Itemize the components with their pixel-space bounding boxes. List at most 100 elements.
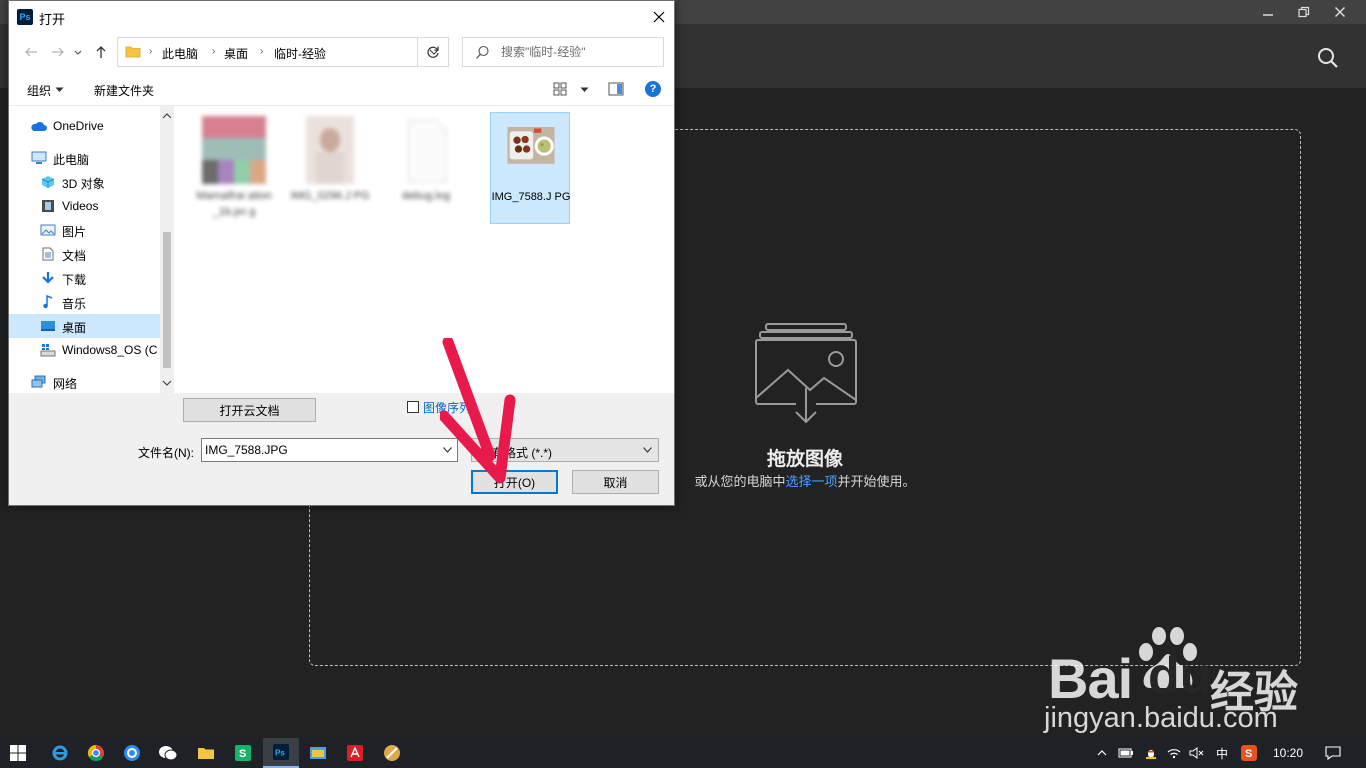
nav-item-network[interactable]: 网络	[9, 370, 160, 394]
recent-locations-button[interactable]	[73, 44, 83, 60]
sogou-icon: S	[1241, 745, 1257, 761]
nav-item-videos[interactable]: Videos	[9, 194, 160, 218]
wechat-icon	[159, 746, 178, 761]
nav-item-desktop[interactable]: 桌面	[9, 314, 160, 338]
tray-volume[interactable]	[1186, 738, 1208, 768]
file-item[interactable]: Mamaifrai ation_1b.pn g	[194, 112, 274, 224]
chevron-up-icon	[162, 113, 172, 119]
music-icon	[43, 295, 53, 309]
desktop-icon	[41, 321, 55, 331]
select-file-link[interactable]: 选择一项	[785, 474, 837, 489]
taskbar-ie[interactable]	[42, 738, 78, 768]
caret-down-icon	[55, 87, 64, 92]
caret-down-icon[interactable]	[580, 87, 589, 93]
minimize-icon	[1263, 14, 1273, 16]
forward-button[interactable]	[50, 44, 66, 60]
taskbar-qq-browser[interactable]	[114, 738, 150, 768]
tray-clock[interactable]: 10:20	[1268, 738, 1308, 768]
document-icon	[42, 247, 54, 261]
nav-item-label: 3D 对象	[62, 177, 105, 191]
chevron-right-icon: ›	[260, 46, 264, 57]
nav-item-windows-drive[interactable]: Windows8_OS (C	[9, 338, 160, 362]
film-icon	[42, 200, 54, 212]
preview-pane-icon[interactable]	[608, 82, 624, 96]
breadcrumb-this-pc[interactable]: 此电脑	[162, 45, 198, 62]
filename-combobox[interactable]	[201, 438, 458, 462]
navigation-pane: OneDrive 此电脑 3D 对象 Videos 图片 文档 下载 音乐 桌面…	[9, 106, 174, 393]
windows-icon	[10, 745, 26, 761]
folder-icon	[125, 46, 141, 58]
restore-button[interactable]	[1286, 0, 1322, 24]
refresh-button[interactable]	[417, 37, 449, 67]
start-button[interactable]	[0, 738, 36, 768]
image-thumbnail	[202, 116, 266, 184]
taskbar-folder-app[interactable]	[300, 738, 336, 768]
wifi-icon	[1167, 749, 1181, 759]
address-box[interactable]: › 此电脑 › 桌面 › 临时-经验	[117, 37, 449, 67]
nav-scrollbar[interactable]	[160, 106, 174, 393]
tray-overflow-button[interactable]	[1093, 738, 1111, 768]
taskbar-file-explorer[interactable]	[188, 738, 224, 768]
chrome-icon	[87, 744, 104, 762]
nav-item-downloads[interactable]: 下载	[9, 266, 160, 290]
tray-wifi[interactable]	[1164, 738, 1184, 768]
help-icon[interactable]: ?	[645, 81, 661, 97]
nav-item-label: 桌面	[62, 321, 87, 335]
folder-icon	[198, 748, 214, 759]
nav-item-music[interactable]: 音乐	[9, 290, 160, 314]
arrow-left-icon	[25, 47, 37, 57]
tray-battery[interactable]	[1115, 738, 1137, 768]
nav-item-this-pc[interactable]: 此电脑	[9, 146, 160, 170]
dialog-toolbar: 组织 新建文件夹 ?	[9, 72, 674, 106]
new-folder-button[interactable]: 新建文件夹	[94, 82, 154, 99]
image-drop-icon	[752, 322, 860, 426]
view-options-icon[interactable]	[553, 82, 567, 96]
nav-item-onedrive[interactable]: OneDrive	[9, 114, 160, 138]
filename-input[interactable]	[205, 442, 425, 458]
scrollbar-thumb[interactable]	[163, 232, 171, 368]
ps-search-button[interactable]	[1316, 46, 1340, 70]
cube-icon	[41, 176, 55, 188]
dialog-address-bar: › 此电脑 › 桌面 › 临时-经验	[9, 32, 674, 72]
breadcrumb-temp-folder[interactable]: 临时-经验	[274, 45, 326, 62]
search-icon	[1318, 48, 1338, 68]
tray-sogou[interactable]: S	[1238, 738, 1260, 768]
open-cloud-document-button[interactable]: 打开云文档	[183, 398, 316, 422]
tray-notifications[interactable]	[1318, 738, 1348, 768]
qq-penguin-icon	[1146, 746, 1156, 759]
file-item-selected[interactable]: IMG_7588.J PG	[490, 112, 570, 224]
battery-icon	[1118, 748, 1133, 758]
file-item[interactable]: IMG_0296.J PG	[290, 112, 370, 224]
taskbar-wechat[interactable]	[150, 738, 186, 768]
nav-item-pictures[interactable]: 图片	[9, 218, 160, 242]
download-icon	[42, 272, 54, 284]
back-button[interactable]	[23, 44, 39, 60]
close-icon	[1335, 7, 1345, 17]
up-button[interactable]	[93, 44, 109, 60]
taskbar-chrome[interactable]	[78, 738, 114, 768]
taskbar-photoshop[interactable]: Ps	[263, 738, 299, 768]
nav-item-3d-objects[interactable]: 3D 对象	[9, 170, 160, 194]
taskbar-utility-app[interactable]	[374, 738, 410, 768]
image-sequence-checkbox[interactable]	[407, 401, 419, 413]
file-manager-icon	[310, 747, 326, 759]
search-field[interactable]	[462, 37, 664, 67]
nav-item-documents[interactable]: 文档	[9, 242, 160, 266]
file-name: debug.log	[401, 190, 451, 202]
search-input[interactable]	[501, 43, 656, 61]
svg-text:Ps: Ps	[275, 749, 285, 758]
nav-item-label: Windows8_OS (C	[62, 343, 158, 357]
breadcrumb-desktop[interactable]: 桌面	[224, 45, 248, 62]
organize-menu[interactable]: 组织	[27, 82, 51, 99]
tray-qq[interactable]	[1140, 738, 1162, 768]
taskbar-green-app[interactable]: S	[225, 738, 261, 768]
minimize-button[interactable]	[1250, 0, 1286, 24]
close-button[interactable]	[1322, 0, 1358, 24]
cancel-button[interactable]: 取消	[572, 470, 659, 494]
taskbar-adobe-reader[interactable]	[337, 738, 373, 768]
svg-text:S: S	[239, 748, 246, 760]
dialog-close-button[interactable]	[644, 1, 674, 32]
cloud-icon	[31, 121, 47, 131]
tray-ime[interactable]: 中	[1211, 738, 1233, 768]
file-item[interactable]: debug.log	[386, 112, 466, 224]
